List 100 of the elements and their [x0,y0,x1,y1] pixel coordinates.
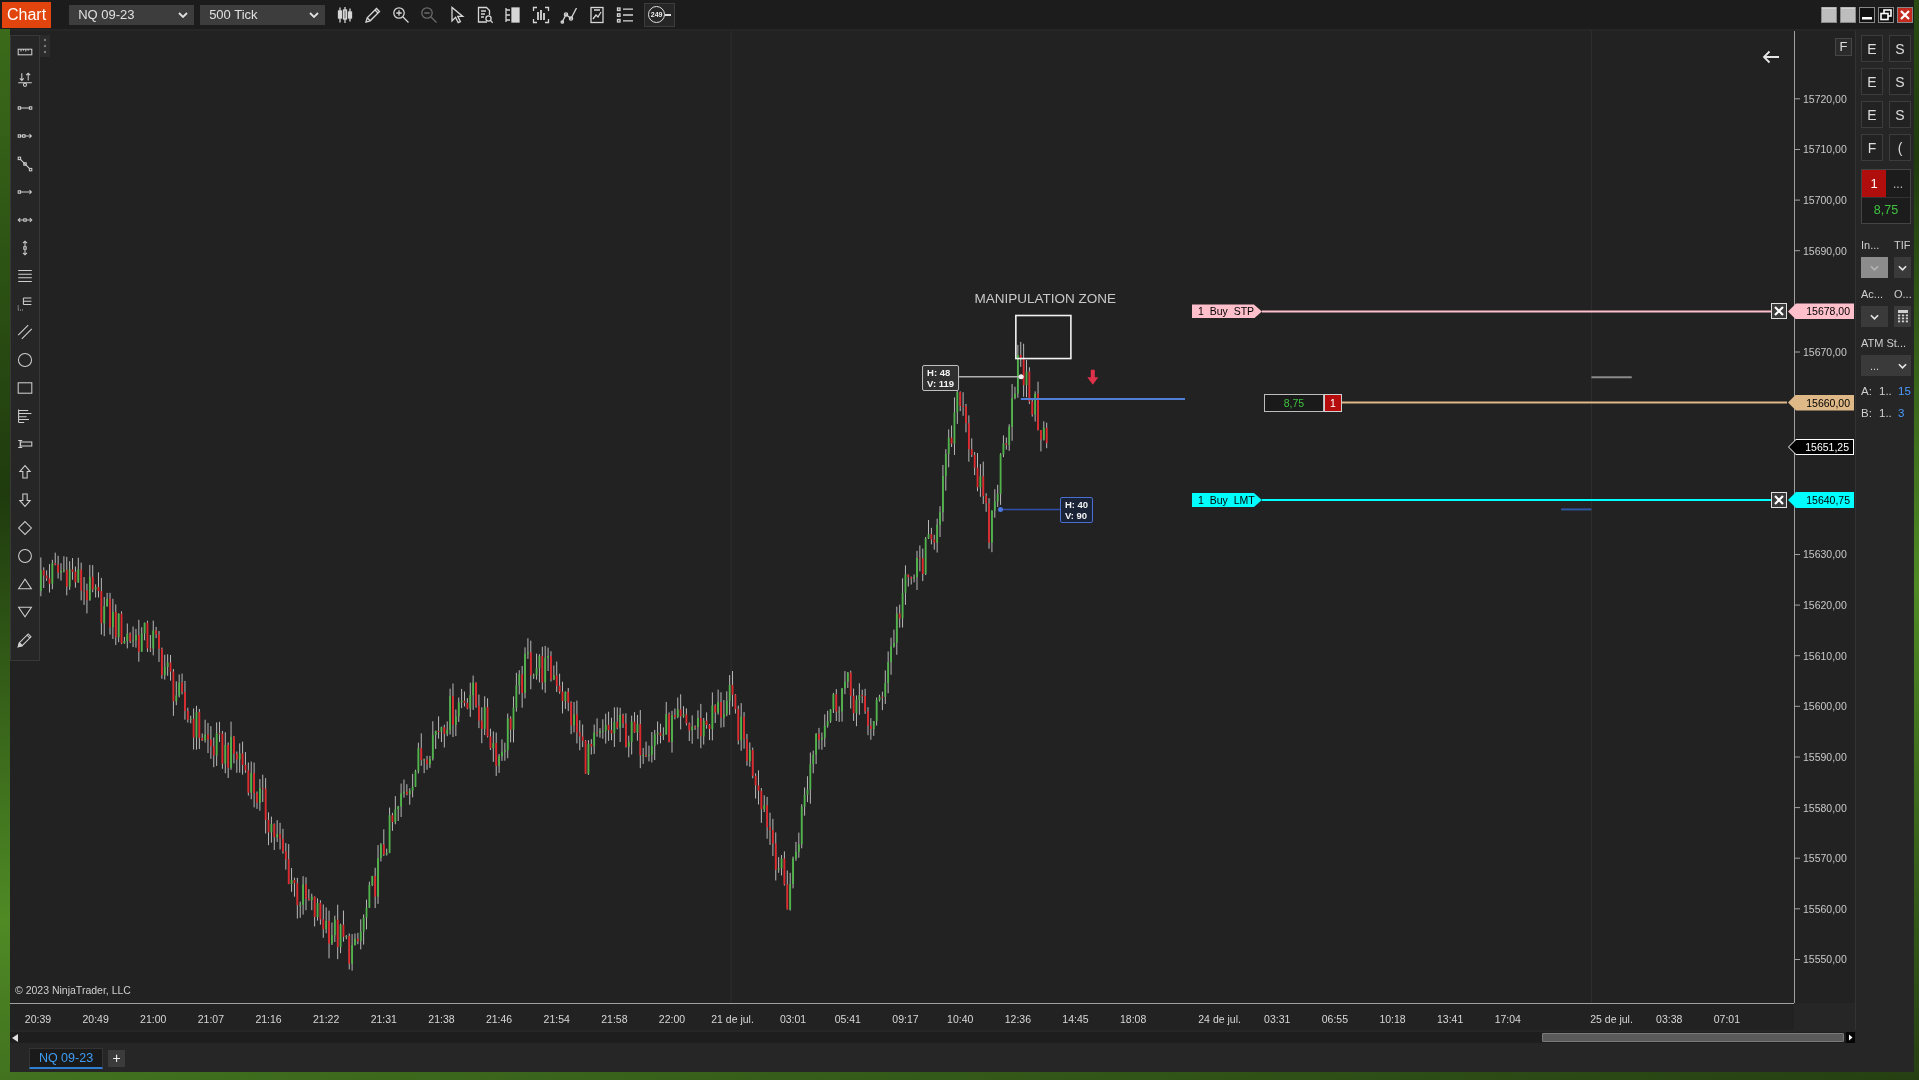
circle-icon[interactable] [17,548,33,564]
scroll-right-icon[interactable] [1846,1032,1855,1043]
last-price-marker: 15651,25 [1788,438,1854,455]
order-button[interactable]: S [1889,35,1911,62]
zone-label: MANIPULATION ZONE [974,290,1116,307]
order-label[interactable]: 1 Buy LMT [1191,493,1262,508]
order-button[interactable]: F [1861,134,1883,161]
order-label[interactable]: 1 Buy STP [1191,304,1262,319]
order-button[interactable]: S [1889,68,1911,95]
interval-dropdown[interactable]: 500 Tick [200,4,326,25]
chart-bars-icon[interactable] [532,5,551,24]
calculator-button[interactable] [1894,306,1911,327]
chart-tab[interactable]: NQ 09-23 [29,1048,103,1069]
pointer-icon[interactable] [448,5,467,24]
diagonal-line-icon[interactable] [17,156,33,172]
triangle-down-icon[interactable] [17,604,33,620]
close-icon[interactable] [1897,6,1913,23]
time-label: 21:46 [485,1013,513,1026]
position-quantity[interactable]: 1 [1324,393,1342,412]
price-marker: 15660,00 [1788,394,1854,411]
time-label: 14:45 [1062,1013,1089,1026]
order-button[interactable]: ( [1889,134,1911,161]
square-button-icon[interactable] [1821,6,1837,23]
axis-button[interactable]: F [1835,38,1852,56]
quantity-button[interactable]: 1 [1862,170,1886,197]
time-label: 21:31 [370,1013,397,1026]
circle-icon[interactable] [17,352,33,368]
rectangle-icon[interactable] [17,380,33,396]
chevron-down-icon [309,11,320,18]
field-label: ATM St... [1861,336,1908,350]
account-value: 3 [1898,407,1906,419]
order-button[interactable]: E [1861,68,1883,95]
caret-icon [1898,264,1907,271]
scroll-left-icon[interactable] [12,1033,18,1042]
time-label: 21:54 [543,1013,570,1026]
up-arrow-icon[interactable] [17,464,33,480]
horizontal-bars-icon[interactable] [17,408,33,424]
parallel-lines-icon[interactable] [17,324,33,340]
time-label: 03:01 [779,1013,807,1026]
account-label: B: [1861,407,1873,419]
line-nodes-icon[interactable] [560,5,579,24]
dropdown[interactable] [1894,257,1911,278]
pnl-value: 8,75 [1862,197,1910,223]
document-search-icon[interactable] [476,5,495,24]
diamond-icon[interactable] [17,520,33,536]
zoom-in-icon[interactable] [392,5,411,24]
order-line[interactable] [1260,499,1772,502]
stepped-lines-icon[interactable] [17,296,33,312]
price-label: 15670,00 [1803,344,1847,359]
add-tab-button[interactable]: + [108,1050,125,1067]
order-button[interactable]: E [1861,35,1883,62]
dropdown[interactable] [1861,306,1888,327]
time-label: 10:40 [947,1013,974,1026]
position-line[interactable] [1341,401,1788,404]
price-label: 15570,00 [1803,851,1847,866]
pencil-icon[interactable] [364,5,383,24]
scrollbar-thumb[interactable] [1542,1033,1844,1042]
minimize-icon[interactable] [1859,6,1875,23]
time-label: 20:39 [24,1013,52,1026]
drawn-line [1560,508,1593,511]
atm-dropdown[interactable]: ... [1861,355,1911,376]
account-value: 15 [1898,385,1911,397]
price-label: 15550,00 [1803,952,1847,967]
price-label: 15560,00 [1803,901,1847,916]
order-button[interactable]: S [1889,101,1911,128]
price-label: 15690,00 [1803,243,1847,258]
horizontal-scrollbar[interactable] [10,1032,1855,1043]
data-box-icon[interactable] [504,5,523,24]
square-button-icon[interactable] [1840,6,1856,23]
instrument-dropdown[interactable]: NQ 09-23 [69,4,195,25]
pencil-icon[interactable] [17,632,33,648]
price-marker: 15678,00 [1788,303,1854,320]
swing-stat-text: H: 48 [927,366,952,378]
candlestick-icon[interactable] [336,5,355,24]
drawn-line [1590,376,1633,379]
time-label: 17:04 [1494,1013,1521,1026]
field-label: O... [1894,287,1911,301]
grip-icon[interactable] [40,35,50,57]
time-label: 05:41 [834,1013,861,1026]
time-label: 21:22 [313,1013,340,1026]
time-label: 13:41 [1437,1013,1464,1026]
arrows-up-down-icon[interactable] [17,72,33,88]
time-label: 03:38 [1656,1013,1683,1026]
restore-icon[interactable] [1878,6,1894,23]
order-button[interactable]: E [1861,101,1883,128]
swing-stat-text: V: 119 [927,377,955,389]
triangle-up-icon[interactable] [17,576,33,592]
down-arrow-icon[interactable] [17,492,33,508]
list-icon[interactable] [616,5,635,24]
price-label: 15610,00 [1803,648,1847,663]
document-chart-icon[interactable] [588,5,607,24]
time-label: 25 de jul. [1590,1013,1633,1026]
time-label: 06:55 [1321,1013,1348,1026]
swing-line [997,506,1061,512]
horizontal-lines-icon[interactable] [17,268,33,284]
time-label: 20:49 [82,1013,109,1026]
time-label: 09:17 [892,1013,919,1026]
quantity-menu-button[interactable]: ... [1886,170,1910,197]
account-label: A: [1861,385,1873,397]
left-arrow-icon[interactable] [1762,50,1780,64]
